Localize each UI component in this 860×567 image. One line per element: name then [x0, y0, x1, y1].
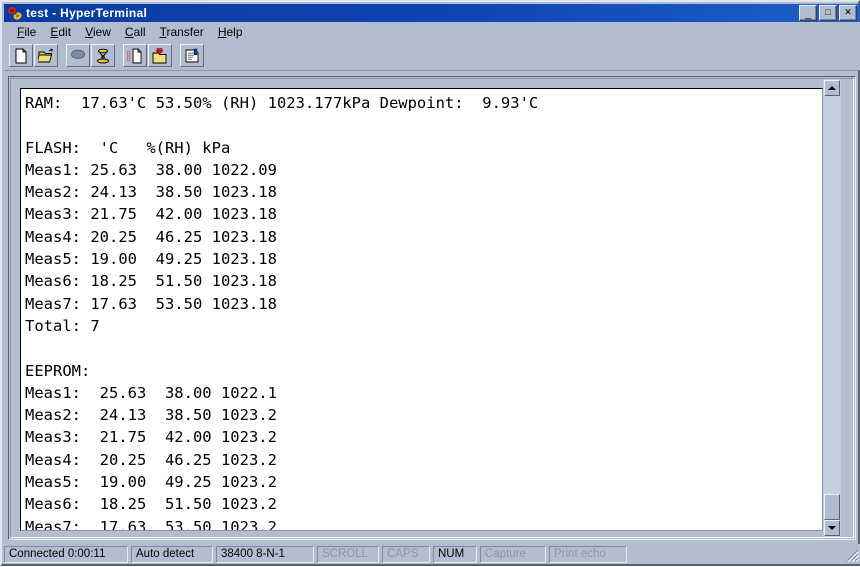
terminal-output: RAM: 17.63'C 53.50% (RH) 1023.177kPa Dew… — [25, 94, 539, 531]
status-settings: 38400 8-N-1 — [216, 545, 314, 563]
scroll-up-arrow-icon — [828, 86, 836, 90]
status-num: NUM — [433, 545, 477, 563]
menu-item-help[interactable]: Help — [211, 23, 250, 41]
toolbar — [4, 41, 860, 71]
menu-item-edit[interactable]: Edit — [43, 23, 78, 41]
hyperterminal-icon — [7, 5, 23, 21]
properties-button[interactable] — [180, 44, 204, 67]
status-bar: Connected 0:00:11 Auto detect 38400 8-N-… — [4, 544, 860, 564]
menu-item-call[interactable]: Call — [118, 23, 153, 41]
menu-rest-view: iew — [92, 24, 111, 39]
receive-file-button[interactable] — [148, 44, 172, 67]
scrollbar-thumb[interactable] — [824, 494, 840, 520]
call-button[interactable] — [66, 44, 90, 67]
status-detect: Auto detect — [131, 545, 213, 563]
toolbar-separator-2 — [116, 44, 123, 67]
terminal-frame-outer: RAM: 17.63'C 53.50% (RH) 1023.177kPa Dew… — [8, 76, 856, 540]
minimize-glyph: _ — [804, 8, 812, 20]
properties-icon — [185, 48, 199, 62]
phone-hangup-icon — [97, 48, 109, 63]
menu-bar: File Edit View Call Transfer Help — [4, 22, 860, 41]
close-glyph: ✕ — [844, 7, 852, 17]
toolbar-separator-3 — [173, 44, 180, 67]
menu-accel-view: V — [85, 24, 93, 39]
menu-rest-edit: dit — [58, 24, 72, 39]
new-connection-button[interactable] — [9, 44, 33, 67]
disconnect-button[interactable] — [91, 44, 115, 67]
maximize-glyph: □ — [825, 7, 831, 17]
menu-rest-file: ile — [24, 24, 37, 39]
hyperterminal-window: test - HyperTerminal _ □ ✕ File Edit Vie… — [0, 0, 860, 566]
open-button[interactable] — [34, 44, 58, 67]
scrollbar-down-button[interactable] — [824, 520, 840, 536]
title-bar[interactable]: test - HyperTerminal _ □ ✕ — [4, 4, 860, 22]
menu-rest-transfer: ransfer — [166, 24, 204, 39]
terminal-frame-inner: RAM: 17.63'C 53.50% (RH) 1023.177kPa Dew… — [10, 78, 854, 538]
status-caps: CAPS — [382, 545, 430, 563]
menu-rest-call: all — [133, 24, 146, 39]
toolbar-separator-1 — [59, 44, 66, 67]
receive-folder-icon — [152, 47, 167, 63]
close-button[interactable]: ✕ — [839, 5, 857, 21]
terminal-screen[interactable]: RAM: 17.63'C 53.50% (RH) 1023.177kPa Dew… — [20, 88, 823, 531]
scroll-down-arrow-icon — [828, 526, 836, 530]
resize-grip[interactable] — [843, 546, 859, 562]
menu-item-view[interactable]: View — [78, 23, 118, 41]
phone-handset-icon — [71, 49, 85, 59]
menu-item-transfer[interactable]: Transfer — [153, 23, 211, 41]
status-capture: Capture — [480, 545, 546, 563]
maximize-button[interactable]: □ — [819, 5, 837, 21]
menu-accel-call: C — [124, 24, 134, 39]
window-title: test - HyperTerminal — [26, 6, 148, 20]
menu-item-file[interactable]: File — [10, 23, 43, 41]
terminal-vertical-scrollbar[interactable] — [823, 79, 841, 537]
status-connection: Connected 0:00:11 — [4, 545, 128, 563]
menu-rest-help: elp — [226, 24, 243, 39]
status-print-echo: Print echo — [549, 545, 627, 563]
minimize-button[interactable]: _ — [799, 5, 817, 21]
send-document-icon — [127, 48, 142, 63]
send-file-button[interactable] — [123, 44, 147, 67]
status-scroll: SCROLL — [317, 545, 379, 563]
scrollbar-up-button[interactable] — [824, 80, 840, 96]
open-folder-icon — [38, 48, 53, 62]
new-page-icon — [15, 48, 27, 63]
